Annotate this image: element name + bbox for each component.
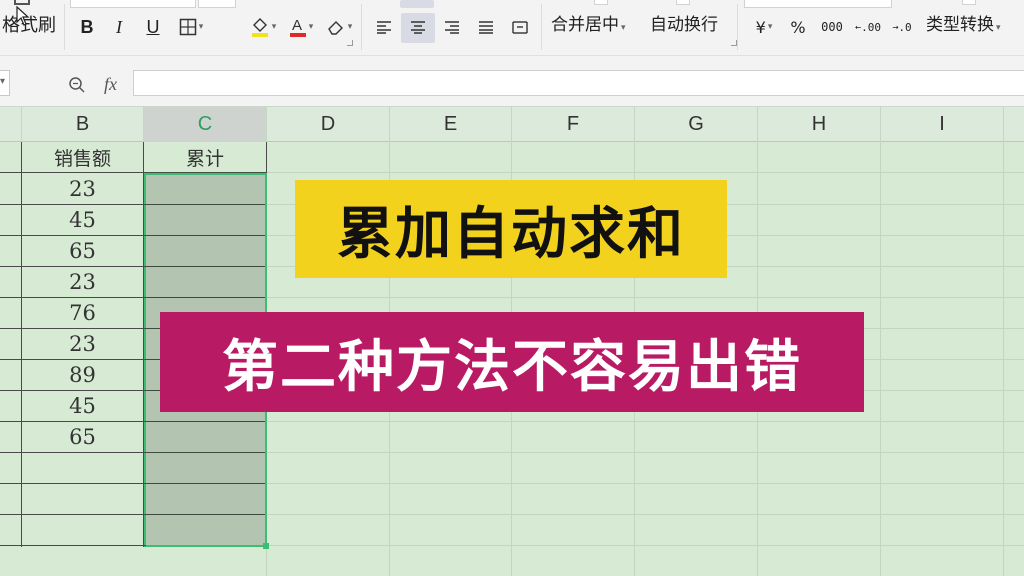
dec-decimal-label: .0 [898,20,912,34]
currency-label: ¥ [755,17,766,37]
sales-cell[interactable]: 65 [22,422,143,452]
column-header-g[interactable]: G [635,107,758,142]
type-convert-icon-top [962,0,976,5]
merge-icon-top [594,0,608,5]
font-size-dropdown[interactable] [198,0,236,8]
column-header-row: B C D E F G H I [0,106,1024,142]
borders-button[interactable]: ▾ [174,13,208,41]
column-header-c[interactable]: C [144,107,267,142]
format-painter-button[interactable]: 格式刷 [0,0,60,40]
wrap-text-button[interactable]: 自动换行 [650,10,718,35]
sales-cell[interactable]: 45 [22,205,143,235]
percent-button[interactable]: % [786,13,810,41]
wrap-icon-top [676,0,690,5]
type-convert-label: 类型转换 [926,15,994,35]
underline-button[interactable]: U [142,13,164,41]
increase-decimal-button[interactable]: ← .00 [855,13,881,41]
type-convert-button[interactable]: 类型转换 ▾ [926,10,1001,35]
clear-format-icon [327,21,343,35]
title-banner: 累加自动求和 [295,180,727,278]
merge-center-label: 合并居中 [551,15,619,35]
column-header-e[interactable]: E [390,107,512,142]
column-header-a[interactable] [0,107,22,142]
fill-color-button[interactable]: ▾ [246,13,280,41]
align-left-icon [377,21,391,34]
align-center-button[interactable] [404,13,432,41]
mouse-cursor-icon [16,6,30,26]
fill-color-icon [251,18,268,37]
currency-button[interactable]: ¥ ▾ [748,13,780,41]
column-header-i[interactable]: I [881,107,1004,142]
align-left-button[interactable] [370,13,398,41]
ribbon-toolbar: 格式刷 B I U ▾ ▾ A ▾ ▾ 合并居中 ▾ 自动换行 ¥ ▾ % 00… [0,0,1024,56]
subtitle-banner: 第二种方法不容易出错 [160,312,864,412]
column-header-b[interactable]: B [22,107,144,142]
sales-cell[interactable]: 23 [22,267,143,297]
clear-format-button[interactable]: ▾ [322,13,356,41]
bold-button[interactable]: B [76,13,98,41]
borders-icon [179,18,196,36]
svg-text:A: A [292,17,302,34]
font-color-icon: A [289,17,306,37]
column-header-f[interactable]: F [512,107,635,142]
fill-handle[interactable] [263,543,269,549]
column-header-j[interactable] [1004,107,1024,142]
font-color-button[interactable]: A ▾ [284,13,318,41]
italic-button[interactable]: I [108,13,130,41]
distributed-icon [512,21,528,34]
number-format-dropdown[interactable] [744,0,892,8]
align-center-icon [411,21,425,34]
decrease-decimal-button[interactable]: → .0 [890,13,914,41]
formula-input[interactable] [133,70,1024,96]
justify-icon [479,21,493,34]
font-name-dropdown[interactable] [70,0,196,8]
sales-cell[interactable]: 23 [22,329,143,359]
fx-icon[interactable]: fx [104,74,117,95]
sales-cell[interactable]: 45 [22,391,143,421]
justify-button[interactable] [472,13,500,41]
column-header-d[interactable]: D [267,107,390,142]
sales-cell[interactable]: 65 [22,236,143,266]
distributed-button[interactable] [506,13,534,41]
column-header-h[interactable]: H [758,107,881,142]
sales-cell[interactable]: 23 [22,174,143,204]
merge-center-button[interactable]: 合并居中 ▾ [551,10,626,35]
namebox-dropdown-icon[interactable]: ▾ [0,76,5,87]
inc-decimal-label: .00 [861,20,881,34]
header-cell-cumulative[interactable]: 累计 [144,143,266,172]
sales-cell[interactable]: 89 [22,360,143,390]
header-cell-sales[interactable]: 销售额 [22,143,143,172]
align-right-button[interactable] [438,13,466,41]
formula-bar: ▾ fx [0,56,1024,106]
format-painter-icon [14,0,30,5]
sales-cell[interactable]: 76 [22,298,143,328]
zoom-icon[interactable] [68,76,86,94]
align-right-icon [445,21,459,34]
thousands-button[interactable]: 000 [818,13,846,41]
